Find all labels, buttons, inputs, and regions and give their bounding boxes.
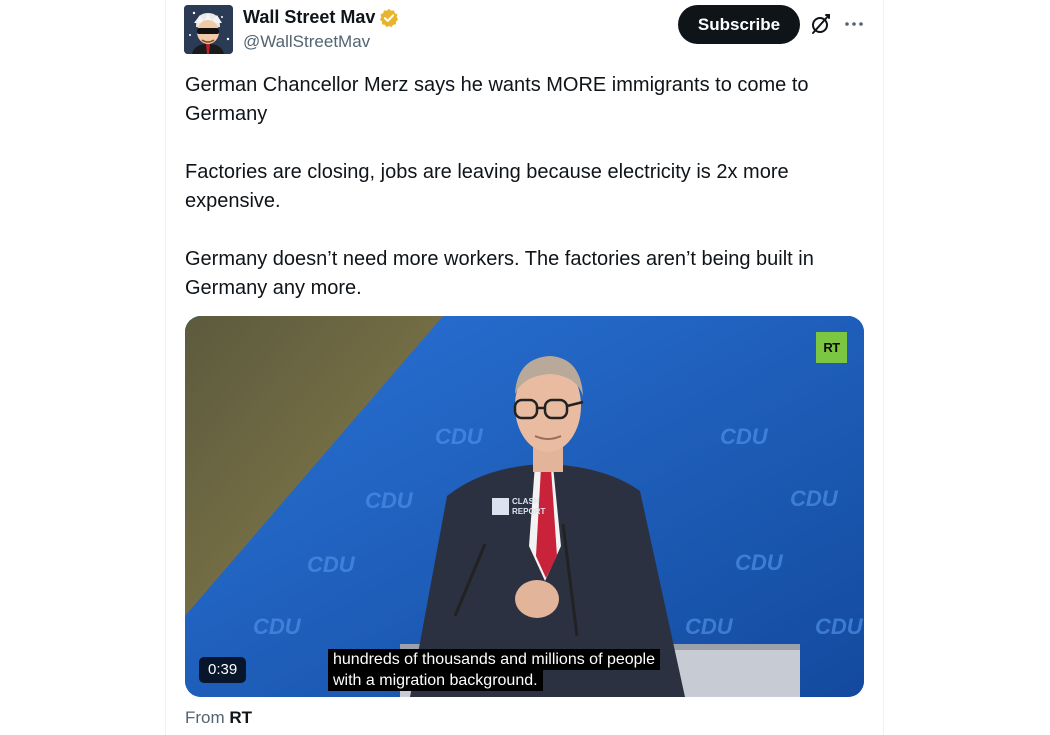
tweet-card[interactable]: Wall Street Mav @WallStreetMav Subscribe… (165, 0, 884, 735)
author-display-name[interactable]: Wall Street Mav (243, 7, 375, 28)
svg-text:CDU: CDU (720, 424, 769, 449)
verified-badge-icon[interactable] (379, 8, 399, 28)
tweet-paragraph: Factories are closing, jobs are leaving … (185, 161, 789, 212)
svg-text:CDU: CDU (815, 614, 864, 639)
subtitle-line: with a migration background. (328, 670, 543, 691)
rt-logo: RT (816, 332, 847, 363)
video-duration-badge: 0:39 (199, 657, 247, 683)
subtitle-line: hundreds of thousands and millions of pe… (328, 649, 660, 670)
video-player[interactable]: CDU CDU CDU CDU CDU CDU CDU CDU CDU CLAS… (185, 316, 864, 697)
svg-text:REPORT: REPORT (512, 507, 545, 516)
tweet-paragraph: Germany doesn’t need more workers. The f… (185, 248, 814, 299)
source-link[interactable]: RT (229, 708, 252, 727)
tweet-paragraph: German Chancellor Merz says he wants MOR… (185, 74, 809, 125)
more-icon[interactable] (842, 12, 866, 36)
svg-text:CDU: CDU (735, 550, 784, 575)
tweet-text: German Chancellor Merz says he wants MOR… (185, 71, 865, 332)
svg-text:CDU: CDU (685, 614, 734, 639)
svg-text:CDU: CDU (790, 486, 839, 511)
subscribe-button[interactable]: Subscribe (678, 5, 800, 44)
grok-icon[interactable] (809, 12, 833, 36)
author-avatar[interactable] (184, 5, 233, 54)
clash-report-watermark: CLASH REPORT (492, 497, 545, 516)
svg-text:CDU: CDU (253, 614, 302, 639)
source-prefix: From (185, 708, 225, 727)
svg-text:CDU: CDU (435, 424, 484, 449)
video-frame: CDU CDU CDU CDU CDU CDU CDU CDU CDU CLAS… (185, 316, 864, 697)
video-subtitle: hundreds of thousands and millions of pe… (328, 649, 660, 691)
svg-text:CLASH: CLASH (512, 497, 540, 506)
media-source: From RT (185, 708, 252, 728)
author-handle[interactable]: @WallStreetMav (243, 32, 370, 52)
svg-text:CDU: CDU (365, 488, 414, 513)
svg-text:CDU: CDU (307, 552, 356, 577)
